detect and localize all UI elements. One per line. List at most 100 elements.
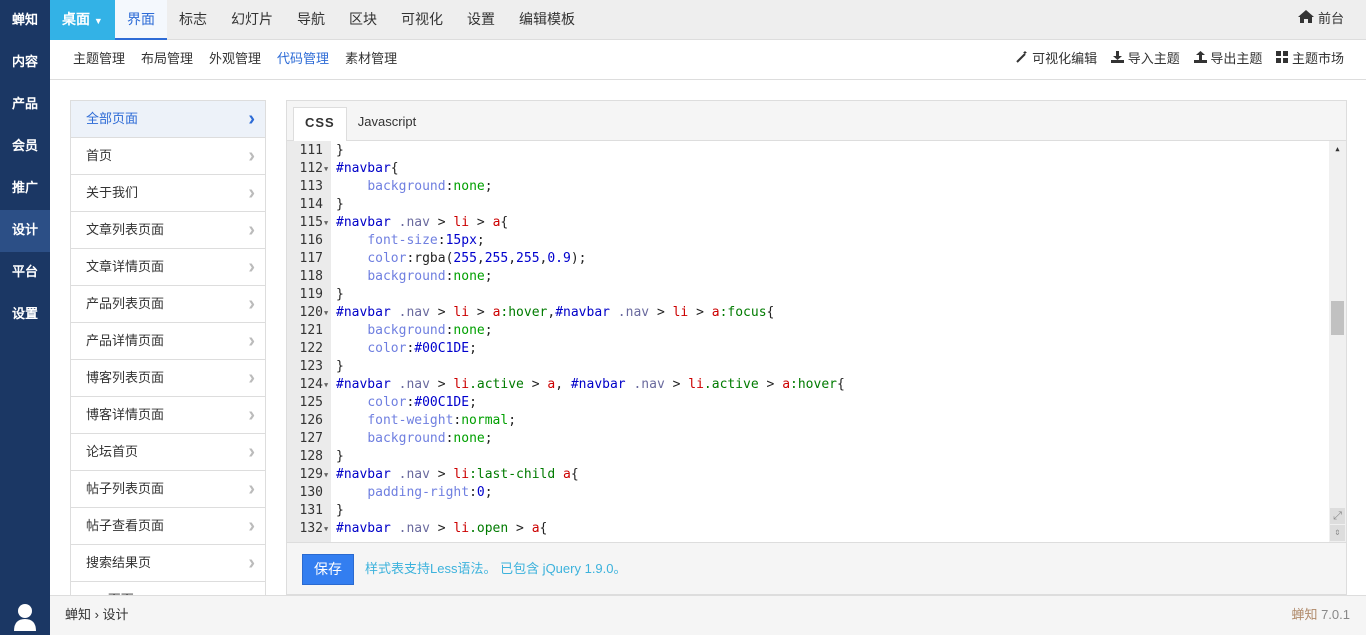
fold-arrow-icon[interactable]: ▼	[324, 466, 328, 484]
line-number: 128	[299, 449, 323, 464]
code-text: color:#00C1DE;	[336, 394, 477, 412]
logo: 蝉知	[1291, 607, 1318, 622]
page-list-item[interactable]: 产品列表页面 ›	[71, 286, 265, 323]
code-token: #navbar	[336, 467, 391, 482]
code-token: }	[336, 503, 344, 518]
code-text: color:rgba(255,255,255,0.9);	[336, 250, 587, 268]
sidebar-item[interactable]: 平台	[0, 252, 50, 294]
page-list-item[interactable]: 文章详情页面 ›	[71, 249, 265, 286]
page-list-item[interactable]: 文章列表页面 ›	[71, 212, 265, 249]
vertical-scrollbar[interactable]: ▲ ⤢ ⇕	[1329, 141, 1346, 542]
subnav-action[interactable]: 主题市场	[1276, 51, 1344, 66]
page-list-item[interactable]: 博客列表页面 ›	[71, 360, 265, 397]
line-number: 132	[299, 521, 323, 536]
page-list-item[interactable]: 博客详情页面 ›	[71, 397, 265, 434]
top-tab[interactable]: 设置	[455, 0, 507, 40]
resize-icon[interactable]: ⇕	[1330, 525, 1345, 541]
code-text: }	[336, 286, 344, 304]
subnav-action[interactable]: 导出主题	[1193, 51, 1262, 66]
page-list-item[interactable]: 搜索结果页 ›	[71, 545, 265, 582]
top-tab[interactable]: 可视化	[389, 0, 455, 40]
code-token: none	[453, 269, 485, 284]
code-token: font-weight	[367, 413, 454, 428]
fold-arrow-icon[interactable]: ▼	[324, 214, 328, 232]
line-number: 126	[299, 413, 323, 428]
editor-tab[interactable]: Javascript	[347, 107, 428, 141]
page-list-item[interactable]: 404页面›	[71, 582, 265, 595]
save-button[interactable]: 保存	[302, 554, 354, 585]
page-list-item[interactable]: 帖子列表页面 ›	[71, 471, 265, 508]
desktop-menu[interactable]: 桌面 ▼	[50, 0, 115, 40]
code-token: a	[547, 377, 556, 392]
fullscreen-icon[interactable]: ⤢	[1330, 508, 1345, 524]
code-token: ;	[484, 485, 493, 500]
code-token: li	[453, 521, 470, 536]
code-token: {	[837, 377, 845, 392]
sidebar-item[interactable]: 设计	[0, 210, 50, 252]
code-token: #navbar	[336, 377, 391, 392]
code-line: 119}	[287, 286, 1329, 304]
sidebar-item[interactable]: 设置	[0, 294, 50, 336]
subnav-item[interactable]: 素材管理	[345, 40, 397, 78]
code-token: :	[469, 485, 477, 500]
top-tab[interactable]: 标志	[167, 0, 219, 40]
line-number: 111	[299, 143, 323, 158]
page-list-item[interactable]: 产品详情页面 ›	[71, 323, 265, 360]
top-tab[interactable]: 编辑模板	[507, 0, 587, 40]
scroll-up-icon[interactable]: ▲	[1329, 141, 1346, 157]
line-number: 120	[299, 305, 323, 320]
code-token: a	[711, 305, 720, 320]
code-token: ;	[484, 431, 493, 446]
code-text: #navbar{	[336, 160, 399, 178]
sidebar-brand[interactable]: 蝉知	[0, 0, 50, 42]
line-number: 116	[299, 233, 323, 248]
sidebar-item[interactable]: 会员	[0, 126, 50, 168]
top-tab[interactable]: 区块	[337, 0, 389, 40]
code-token: color	[367, 341, 407, 356]
code-token: }	[336, 359, 344, 374]
top-tab[interactable]: 幻灯片	[219, 0, 285, 40]
code-token: background	[367, 179, 446, 194]
line-number: 112	[299, 161, 323, 176]
code-line: 111}	[287, 142, 1329, 160]
subnav-item[interactable]: 主题管理	[73, 40, 125, 78]
subnav-item[interactable]: 外观管理	[209, 40, 261, 78]
subnav-action[interactable]: 导入主题	[1111, 51, 1180, 66]
sidebar-item[interactable]: 内容	[0, 42, 50, 84]
page-list-item[interactable]: 全部页面 ›	[71, 101, 265, 138]
sidebar-item[interactable]: 产品	[0, 84, 50, 126]
magic-wand-icon	[1016, 51, 1028, 66]
fold-arrow-icon[interactable]: ▼	[324, 376, 328, 394]
fold-arrow-icon[interactable]: ▼	[324, 160, 328, 178]
subnav-item[interactable]: 布局管理	[141, 40, 193, 78]
sidebar-item[interactable]: 推广	[0, 168, 50, 210]
page-list-item[interactable]: 帖子查看页面 ›	[71, 508, 265, 545]
subnav-item[interactable]: 代码管理	[277, 40, 329, 78]
top-tab[interactable]: 导航	[285, 0, 337, 40]
page-list-item[interactable]: 论坛首页 ›	[71, 434, 265, 471]
scrollbar-thumb[interactable]	[1331, 300, 1344, 335]
code-token: );	[570, 251, 587, 266]
code-line: 121 background:none;	[287, 322, 1329, 340]
line-number: 122	[299, 341, 323, 356]
fold-arrow-icon[interactable]: ▼	[324, 520, 328, 538]
code-token: 0	[476, 485, 485, 500]
front-link[interactable]: 前台	[1298, 0, 1344, 38]
user-avatar-icon[interactable]	[0, 595, 50, 635]
page-list-item[interactable]: 首页 ›	[71, 138, 265, 175]
code-editor[interactable]: 111} 112 ▼ #navbar{113 background:none; 114}…	[287, 141, 1346, 542]
code-token: ;	[469, 395, 477, 410]
code-text: font-weight:normal;	[336, 412, 516, 430]
page-label: 全部页面	[86, 111, 139, 126]
caret-down-icon: ▼	[93, 16, 103, 26]
subnav-action[interactable]: 可视化编辑	[1016, 51, 1097, 66]
code-token: :hover	[790, 377, 837, 392]
page-label: 关于我们	[86, 185, 139, 200]
top-tab[interactable]: 界面	[115, 0, 167, 40]
page-list-item[interactable]: 关于我们 ›	[71, 175, 265, 212]
code-text: }	[336, 502, 344, 520]
editor-tab[interactable]: CSS	[293, 107, 347, 141]
code-line: 116 font-size:15px;	[287, 232, 1329, 250]
fold-arrow-icon[interactable]: ▼	[324, 304, 328, 322]
